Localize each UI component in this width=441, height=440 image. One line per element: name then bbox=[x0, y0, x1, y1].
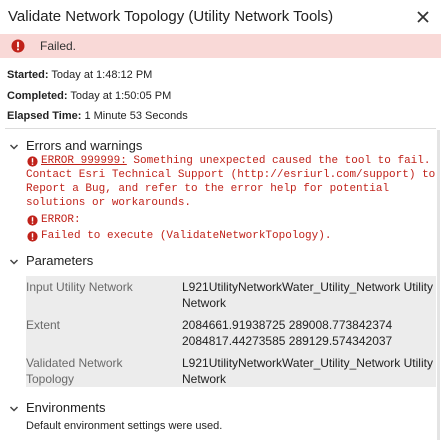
error-message-1-line-1: ERROR 999999: Something unexpected cause… bbox=[41, 155, 430, 167]
started-label: Started: bbox=[7, 69, 49, 81]
parameter-name: Extent bbox=[26, 318, 61, 332]
error-icon bbox=[11, 39, 25, 53]
environments-text: Default environment settings were used. bbox=[26, 420, 223, 432]
parameters-section-header[interactable]: Parameters bbox=[8, 253, 93, 268]
close-icon[interactable] bbox=[415, 9, 431, 25]
elapsed-value: 1 Minute 53 Seconds bbox=[84, 110, 188, 122]
completed-value: Today at 1:50:05 PM bbox=[70, 90, 172, 102]
elapsed-row: Elapsed Time: 1 Minute 53 Seconds bbox=[7, 110, 188, 122]
error-icon bbox=[27, 215, 38, 226]
error-message-1-line-4: solutions or workarounds. bbox=[26, 197, 192, 209]
error-message-2: ERROR: bbox=[41, 214, 81, 226]
title-bar: Validate Network Topology (Utility Netwo… bbox=[0, 0, 441, 34]
error-message-1-text: Something unexpected caused the tool to … bbox=[126, 155, 431, 167]
error-code-link[interactable]: ERROR 999999: bbox=[41, 155, 127, 167]
environments-section-header[interactable]: Environments bbox=[8, 400, 105, 415]
parameter-value: 2084661.91938725 289008.773842374 2084817… bbox=[182, 318, 393, 348]
error-message-3: Failed to execute (ValidateNetworkTopolo… bbox=[41, 230, 332, 242]
divider bbox=[5, 128, 436, 129]
parameters-heading: Parameters bbox=[26, 253, 94, 268]
error-icon bbox=[27, 231, 38, 242]
chevron-down-icon bbox=[9, 406, 19, 412]
error-message-1-line-3: Report a Bug, and refer to the error hel… bbox=[26, 183, 390, 195]
parameters-table: Input Utility Network L921UtilityNetwork… bbox=[26, 276, 436, 387]
started-value: Today at 1:48:12 PM bbox=[51, 69, 153, 81]
chevron-down-icon bbox=[9, 144, 19, 150]
parameter-name: Input Utility Network bbox=[26, 280, 133, 294]
parameter-value: L921UtilityNetworkWater_Utility_Network … bbox=[182, 280, 433, 310]
completed-label: Completed: bbox=[7, 90, 68, 102]
error-icon bbox=[27, 156, 38, 167]
chevron-down-icon bbox=[9, 259, 19, 265]
parameter-name: Validated Network Topology bbox=[26, 356, 123, 386]
error-message-1-line-2: Contact Esri Technical Support (http://e… bbox=[26, 169, 436, 181]
window-title: Validate Network Topology (Utility Netwo… bbox=[8, 8, 334, 25]
errors-section-header[interactable]: Errors and warnings bbox=[8, 138, 142, 153]
started-row: Started: Today at 1:48:12 PM bbox=[7, 69, 152, 81]
status-text: Failed. bbox=[40, 39, 77, 53]
elapsed-label: Elapsed Time: bbox=[7, 110, 82, 122]
errors-heading: Errors and warnings bbox=[26, 138, 143, 153]
scrollbar[interactable] bbox=[437, 130, 440, 440]
environments-heading: Environments bbox=[26, 400, 106, 415]
completed-row: Completed: Today at 1:50:05 PM bbox=[7, 90, 171, 102]
status-banner: Failed. bbox=[0, 34, 441, 58]
parameter-value: L921UtilityNetworkWater_Utility_Network … bbox=[182, 356, 433, 386]
